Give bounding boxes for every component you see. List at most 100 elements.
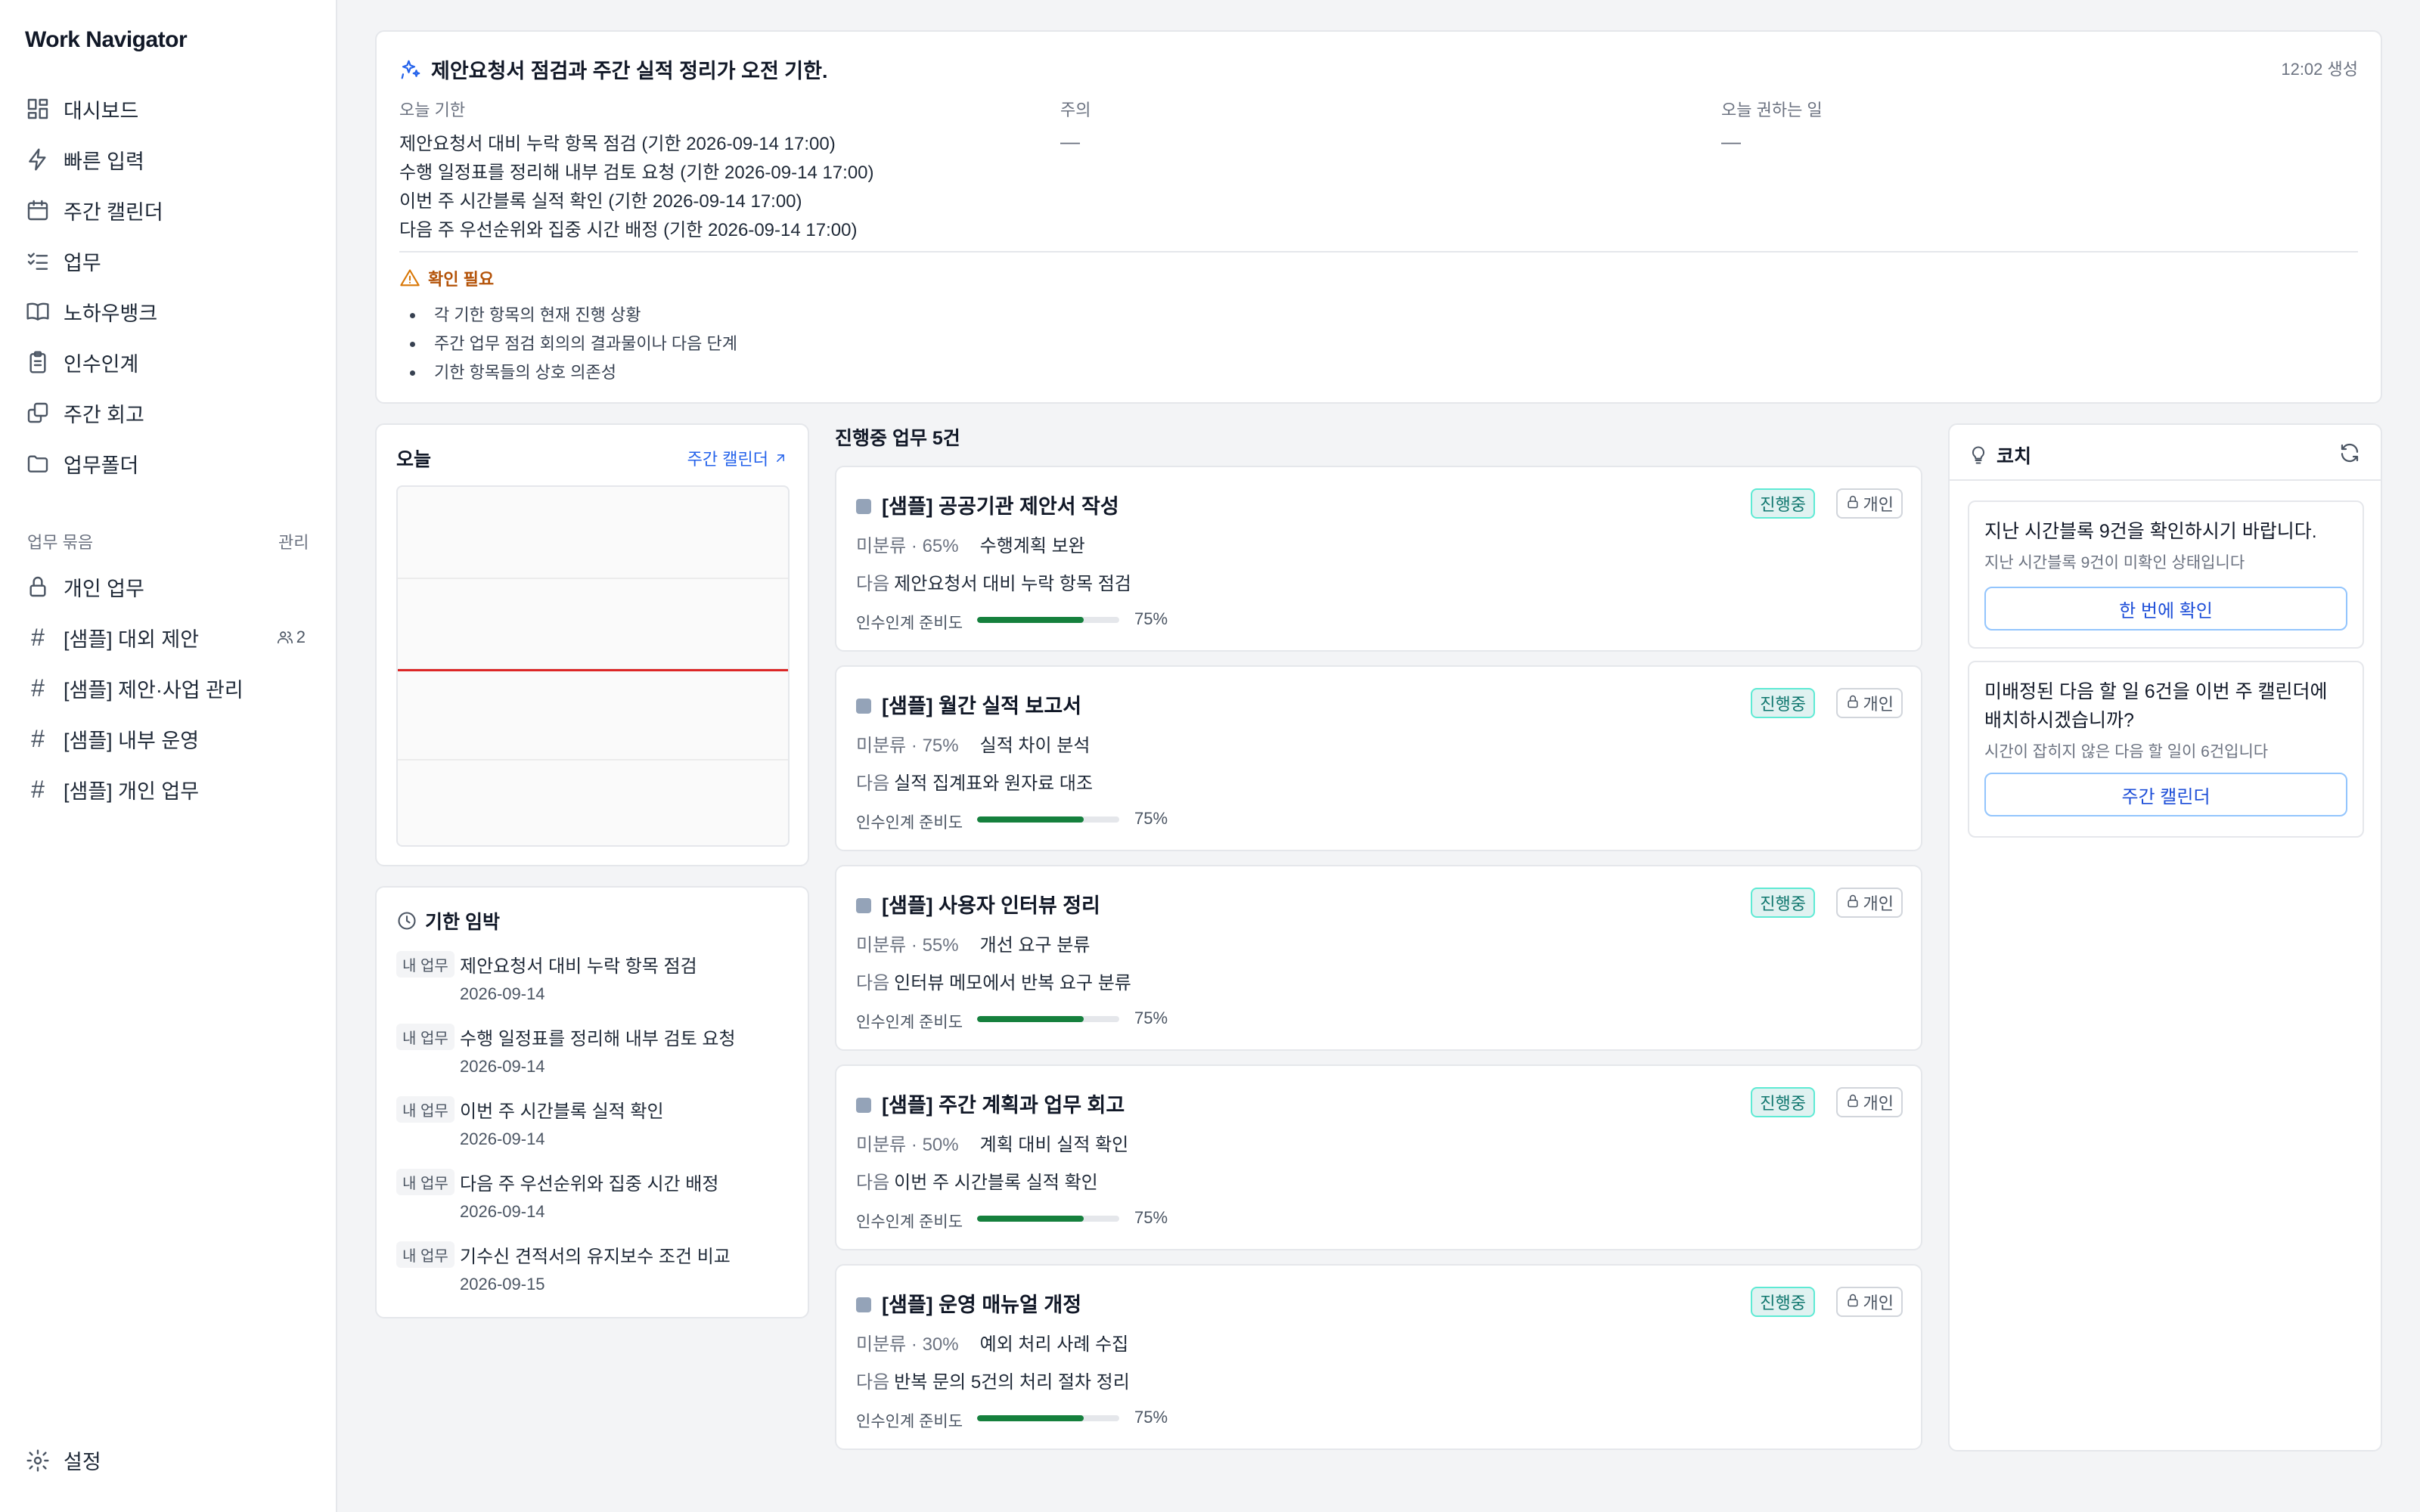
coach-suggestion-card: 지난 시간블록 9건을 확인하시기 바랍니다. 지난 시간블록 9건이 미확인 … bbox=[1968, 500, 2364, 649]
next-label: 다음 bbox=[856, 574, 890, 594]
task-meta: 미분류 · 55% 개선 요구 분류 bbox=[856, 930, 1090, 956]
group-item-personal-sample[interactable]: # [샘플] 개인 업무 bbox=[15, 768, 322, 810]
summary-generated-time: 12:02 생성 bbox=[2281, 60, 2358, 79]
task-title: [샘플] 주간 계획과 업무 회고 bbox=[882, 1094, 1125, 1117]
nav-item-quick-input[interactable]: 빠른 입력 bbox=[15, 138, 322, 181]
task-status-square bbox=[856, 1098, 871, 1113]
task-meta: 미분류 · 30% 예외 처리 사례 수집 bbox=[856, 1329, 1128, 1356]
next-action: 제안요청서 대비 누락 항목 점검 bbox=[894, 574, 1131, 594]
today-timeline[interactable] bbox=[396, 485, 790, 847]
lock-icon bbox=[1847, 1294, 1858, 1307]
recommend-label: 오늘 권하는 일 bbox=[1721, 101, 1823, 119]
task-next: 다음 제안요청서 대비 누락 항목 점검 bbox=[856, 569, 1131, 595]
due-item: 다음 주 우선순위와 집중 시간 배정 (기한 2026-09-14 17:00… bbox=[399, 220, 858, 240]
readiness-fill bbox=[977, 1415, 1084, 1421]
task-card[interactable]: [샘플] 사용자 인터뷰 정리 진행중 개인 미분류 · 55% 개선 요구 분류… bbox=[835, 865, 1922, 1051]
coach-panel: 코치 지난 시간블록 9건을 확인하시기 바랍니다. 지난 시간블록 9건이 미… bbox=[1948, 423, 2382, 1452]
clipboard-icon bbox=[29, 351, 46, 373]
task-next: 다음 반복 문의 5건의 처리 절차 정리 bbox=[856, 1367, 1130, 1393]
refresh-icon[interactable] bbox=[2338, 442, 2361, 464]
due-item: 제안요청서 대비 누락 항목 점검 (기한 2026-09-14 17:00) bbox=[399, 134, 836, 154]
group-item-external-proposal[interactable]: # [샘플] 대외 제안 2 bbox=[15, 616, 322, 658]
nav-label: 인수인계 bbox=[64, 352, 139, 376]
task-category-progress: 미분류 · 50% bbox=[856, 1135, 959, 1155]
deadline-tag: 내 업무 bbox=[396, 951, 455, 978]
dashboard-icon bbox=[27, 98, 48, 119]
nav-item-weekly-calendar[interactable]: 주간 캘린더 bbox=[15, 189, 322, 231]
nav-item-handover[interactable]: 인수인계 bbox=[15, 341, 322, 383]
recommend-column: 오늘 권하는 일 — bbox=[1721, 97, 1823, 153]
hash-icon: # bbox=[31, 724, 45, 752]
task-title: [샘플] 운영 매뉴얼 개정 bbox=[882, 1294, 1082, 1316]
handover-readiness-label: 인수인계 준비도 bbox=[856, 1413, 963, 1430]
today-card: 오늘 주간 캘린더 bbox=[375, 423, 809, 866]
coach-title: 코치 bbox=[1968, 442, 2031, 469]
nav-item-work-folder[interactable]: 업무폴더 bbox=[15, 442, 322, 485]
due-today-label: 오늘 기한 bbox=[399, 101, 466, 119]
in-progress-header: 진행중 업무 5건 bbox=[835, 428, 960, 449]
today-title: 오늘 bbox=[396, 449, 432, 470]
groups-section-label: 업무 묶음 bbox=[27, 533, 94, 552]
next-action: 실적 집계표와 원자료 대조 bbox=[894, 773, 1094, 794]
lock-icon bbox=[1847, 695, 1858, 708]
next-action: 인터뷰 메모에서 반복 요구 분류 bbox=[894, 973, 1131, 993]
status-badge: 진행중 bbox=[1751, 488, 1815, 519]
deadlines-title: 기한 임박 bbox=[396, 907, 500, 934]
confirm-all-button[interactable]: 한 번에 확인 bbox=[1984, 587, 2347, 631]
next-label: 다음 bbox=[856, 1372, 890, 1393]
timeline-hour-line bbox=[398, 759, 788, 761]
deadline-date: 2026-09-14 bbox=[460, 1129, 545, 1148]
nav-label: 빠른 입력 bbox=[64, 150, 144, 173]
readiness-fill bbox=[977, 816, 1084, 823]
task-card[interactable]: [샘플] 주간 계획과 업무 회고 진행중 개인 미분류 · 50% 계획 대비 … bbox=[835, 1064, 1922, 1250]
readiness-fill bbox=[977, 1016, 1084, 1022]
nav-item-dashboard[interactable]: 대시보드 bbox=[15, 88, 322, 130]
handover-readiness-bar bbox=[977, 1415, 1119, 1421]
handover-readiness-label: 인수인계 준비도 bbox=[856, 1213, 963, 1231]
handover-readiness-label: 인수인계 준비도 bbox=[856, 814, 963, 832]
task-status-square bbox=[856, 699, 871, 714]
nav-item-knowhow-bank[interactable]: 노하우뱅크 bbox=[15, 290, 322, 333]
group-item-personal[interactable]: 개인 업무 bbox=[15, 565, 322, 608]
nav-item-tasks[interactable]: 업무 bbox=[15, 240, 322, 282]
caution-label: 주의 bbox=[1060, 101, 1091, 119]
deadline-date: 2026-09-14 bbox=[460, 984, 545, 1003]
warning-icon bbox=[400, 269, 420, 287]
deadline-name: 기수신 견적서의 유지보수 조건 비교 bbox=[460, 1247, 731, 1267]
handover-readiness-bar bbox=[977, 1016, 1119, 1022]
task-meta: 미분류 · 50% 계획 대비 실적 확인 bbox=[856, 1129, 1128, 1156]
coach-suggestion-title: 지난 시간블록 9건을 확인하시기 바랍니다. bbox=[1984, 521, 2317, 542]
task-next: 다음 실적 집계표와 원자료 대조 bbox=[856, 768, 1093, 795]
task-current-step: 개선 요구 분류 bbox=[979, 935, 1091, 956]
app-title: Work Navigator bbox=[25, 27, 188, 52]
settings-link[interactable]: 설정 bbox=[26, 1445, 101, 1475]
sparkle-icon bbox=[401, 60, 420, 79]
private-badge: 개인 bbox=[1835, 1087, 1903, 1117]
group-label: [샘플] 개인 업무 bbox=[64, 779, 200, 803]
check-needed-title: 확인 필요 bbox=[399, 266, 494, 290]
handover-readiness-label: 인수인계 준비도 bbox=[856, 1014, 963, 1031]
deadline-date: 2026-09-14 bbox=[460, 1202, 545, 1221]
check-needed-label: 확인 필요 bbox=[428, 270, 495, 289]
group-item-internal-ops[interactable]: # [샘플] 내부 운영 bbox=[15, 717, 322, 760]
task-card[interactable]: [샘플] 공공기관 제안서 작성 진행중 개인 미분류 · 65% 수행계획 보완… bbox=[835, 466, 1922, 652]
due-item: 이번 주 시간블록 실적 확인 (기한 2026-09-14 17:00) bbox=[399, 191, 802, 212]
check-item: 기한 항목들의 상호 의존성 bbox=[425, 358, 737, 387]
task-current-step: 실적 차이 분석 bbox=[979, 736, 1091, 756]
deadline-date: 2026-09-15 bbox=[460, 1275, 545, 1294]
task-card[interactable]: [샘플] 월간 실적 보고서 진행중 개인 미분류 · 75% 실적 차이 분석 … bbox=[835, 665, 1922, 851]
lock-icon bbox=[29, 576, 46, 597]
private-badge: 개인 bbox=[1835, 888, 1903, 918]
lock-icon bbox=[1847, 495, 1858, 509]
group-item-proposal-business[interactable]: # [샘플] 제안·사업 관리 bbox=[15, 667, 322, 709]
sidebar: Work Navigator 대시보드 빠른 입력 주간 캘린더 업무 노하우뱅… bbox=[0, 0, 337, 1512]
task-card[interactable]: [샘플] 운영 매뉴얼 개정 진행중 개인 미분류 · 30% 예외 처리 사례 … bbox=[835, 1264, 1922, 1450]
groups-manage-link[interactable]: 관리 bbox=[278, 529, 309, 553]
caution-value: — bbox=[1060, 130, 1080, 153]
next-action: 반복 문의 5건의 처리 절차 정리 bbox=[894, 1372, 1130, 1393]
readiness-fill bbox=[977, 1216, 1084, 1222]
nav-item-weekly-review[interactable]: 주간 회고 bbox=[15, 392, 322, 434]
weekly-calendar-button[interactable]: 주간 캘린더 bbox=[1984, 773, 2347, 816]
weekly-calendar-link[interactable]: 주간 캘린더 bbox=[687, 446, 788, 470]
upcoming-deadlines-card: 기한 임박 내 업무 제안요청서 대비 누락 항목 점검 2026-09-14 … bbox=[375, 886, 809, 1318]
